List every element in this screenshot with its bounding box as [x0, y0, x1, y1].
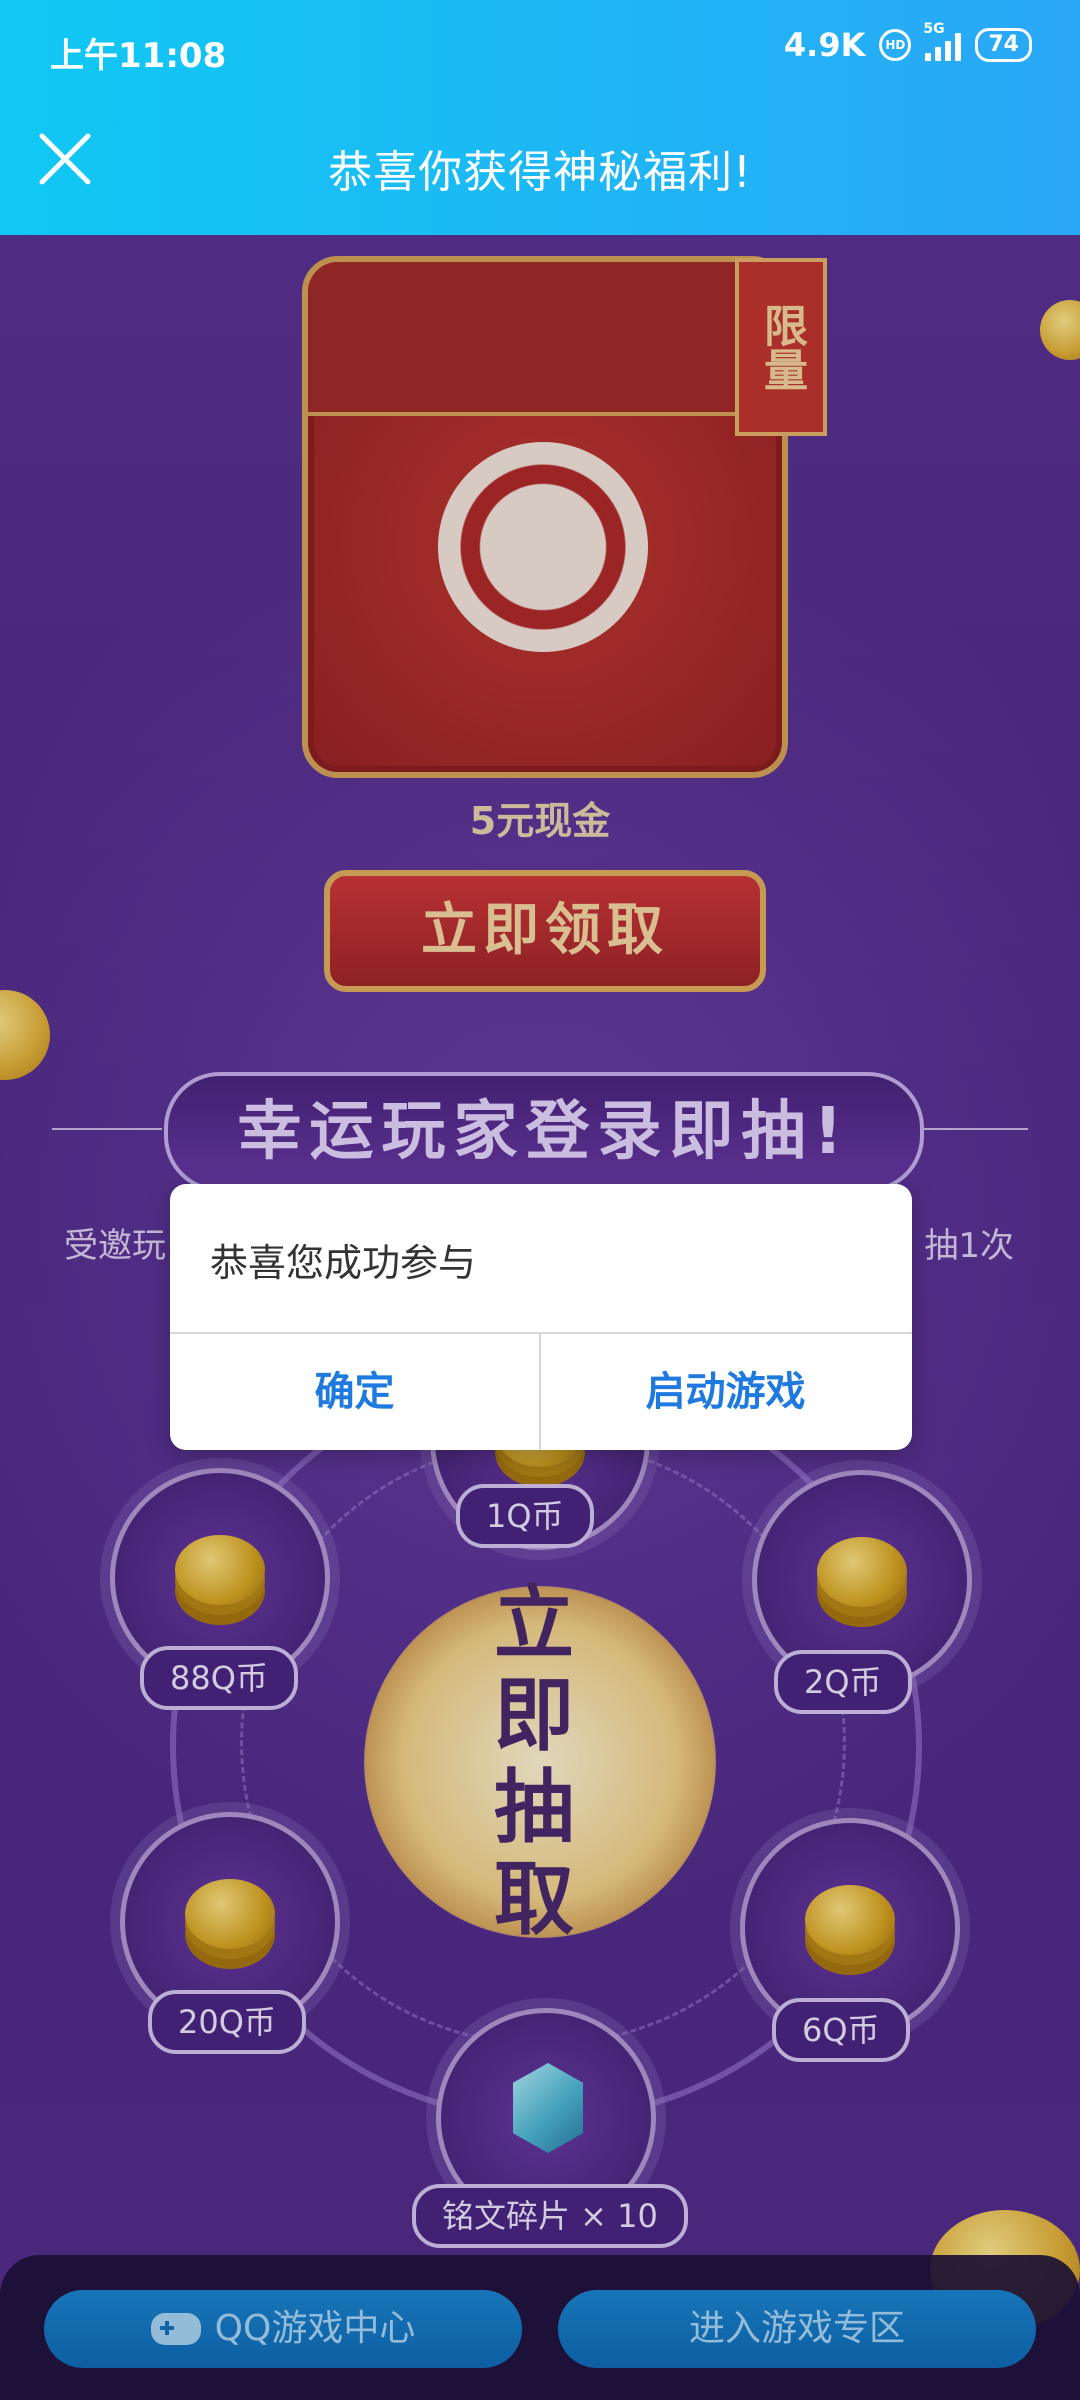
battery-icon: 74	[975, 28, 1032, 62]
signal-icon: 5G	[923, 21, 962, 61]
hd-icon: HD	[879, 29, 912, 61]
network-type: 5G	[923, 21, 945, 37]
dialog-message: 恭喜您成功参与	[210, 1241, 477, 1285]
page-title: 恭喜你获得神秘福利!	[328, 147, 752, 198]
network-speed: 4.9K	[783, 26, 866, 64]
launch-game-button[interactable]: 启动游戏	[541, 1334, 910, 1450]
header-bar: 上午11:08 4.9K HD 5G 74 恭喜你获得神秘福利!	[0, 0, 1080, 235]
confirm-button[interactable]: 确定	[170, 1334, 539, 1450]
status-time: 上午11:08	[50, 36, 227, 76]
participation-dialog: 恭喜您成功参与 确定 启动游戏	[170, 1184, 912, 1450]
status-icons: 4.9K HD 5G 74	[783, 21, 1032, 64]
